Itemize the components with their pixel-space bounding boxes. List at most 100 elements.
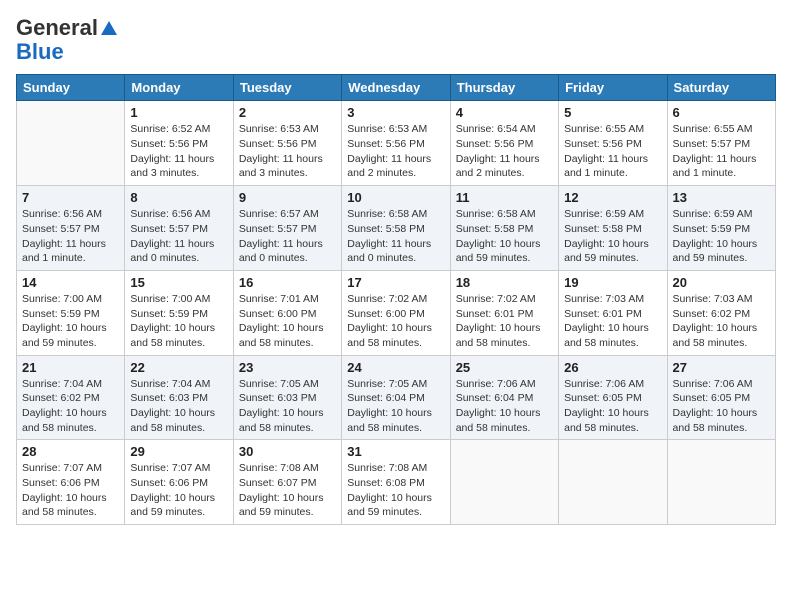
calendar-cell: 30Sunrise: 7:08 AM Sunset: 6:07 PM Dayli… <box>233 440 341 525</box>
calendar-cell: 4 Sunrise: 6:54 AM Sunset: 5:56 PM Daylig… <box>450 101 558 186</box>
calendar-cell: 23 Sunrise: 7:05 AM Sunset: 6:03 PM Dayli… <box>233 355 341 440</box>
day-info: Sunrise: 6:52 AM Sunset: 5:56 PM Dayligh… <box>130 122 227 181</box>
calendar-cell <box>450 440 558 525</box>
day-number: 12 <box>564 190 661 205</box>
calendar-cell: 12 Sunrise: 6:59 AM Sunset: 5:58 PM Dayli… <box>559 186 667 271</box>
calendar-week-row: 1 Sunrise: 6:52 AM Sunset: 5:56 PM Daylig… <box>17 101 776 186</box>
calendar-cell: 20Sunrise: 7:03 AM Sunset: 6:02 PM Dayli… <box>667 270 775 355</box>
calendar-cell: 9 Sunrise: 6:57 AM Sunset: 5:57 PM Daylig… <box>233 186 341 271</box>
calendar-cell: 28Sunrise: 7:07 AM Sunset: 6:06 PM Dayli… <box>17 440 125 525</box>
calendar-cell <box>17 101 125 186</box>
day-info: Sunrise: 7:05 AM Sunset: 6:03 PM Dayligh… <box>239 377 336 436</box>
day-number: 10 <box>347 190 444 205</box>
calendar-header-row: SundayMondayTuesdayWednesdayThursdayFrid… <box>17 75 776 101</box>
calendar-week-row: 21Sunrise: 7:04 AM Sunset: 6:02 PM Dayli… <box>17 355 776 440</box>
day-info: Sunrise: 6:53 AM Sunset: 5:56 PM Dayligh… <box>347 122 444 181</box>
day-number: 3 <box>347 105 444 120</box>
calendar-cell: 24 Sunrise: 7:05 AM Sunset: 6:04 PM Dayli… <box>342 355 450 440</box>
day-info: Sunrise: 7:08 AM Sunset: 6:08 PM Dayligh… <box>347 461 444 520</box>
calendar-cell: 5 Sunrise: 6:55 AM Sunset: 5:56 PM Daylig… <box>559 101 667 186</box>
day-info: Sunrise: 7:06 AM Sunset: 6:05 PM Dayligh… <box>564 377 661 436</box>
calendar-cell: 14Sunrise: 7:00 AM Sunset: 5:59 PM Dayli… <box>17 270 125 355</box>
calendar-cell: 3 Sunrise: 6:53 AM Sunset: 5:56 PM Daylig… <box>342 101 450 186</box>
calendar-cell <box>667 440 775 525</box>
day-number: 28 <box>22 444 119 459</box>
day-number: 5 <box>564 105 661 120</box>
day-number: 30 <box>239 444 336 459</box>
day-info: Sunrise: 6:58 AM Sunset: 5:58 PM Dayligh… <box>456 207 553 266</box>
day-number: 7 <box>22 190 119 205</box>
day-info: Sunrise: 7:04 AM Sunset: 6:02 PM Dayligh… <box>22 377 119 436</box>
calendar-cell: 11 Sunrise: 6:58 AM Sunset: 5:58 PM Dayli… <box>450 186 558 271</box>
day-info: Sunrise: 6:59 AM Sunset: 5:58 PM Dayligh… <box>564 207 661 266</box>
day-number: 23 <box>239 360 336 375</box>
calendar-cell: 8Sunrise: 6:56 AM Sunset: 5:57 PM Daylig… <box>125 186 233 271</box>
calendar-cell: 6Sunrise: 6:55 AM Sunset: 5:57 PM Daylig… <box>667 101 775 186</box>
day-info: Sunrise: 6:59 AM Sunset: 5:59 PM Dayligh… <box>673 207 770 266</box>
logo: General Blue <box>16 16 118 64</box>
day-info: Sunrise: 7:01 AM Sunset: 6:00 PM Dayligh… <box>239 292 336 351</box>
day-number: 29 <box>130 444 227 459</box>
calendar-week-row: 14Sunrise: 7:00 AM Sunset: 5:59 PM Dayli… <box>17 270 776 355</box>
calendar-day-header: Saturday <box>667 75 775 101</box>
day-number: 22 <box>130 360 227 375</box>
calendar-week-row: 28 Sunrise: 7:07 AM Sunset: 6:06 PM Dayli… <box>17 440 776 525</box>
calendar-cell <box>559 440 667 525</box>
calendar-cell: 21Sunrise: 7:04 AM Sunset: 6:02 PM Dayli… <box>17 355 125 440</box>
day-number: 9 <box>239 190 336 205</box>
day-info: Sunrise: 7:03 AM Sunset: 6:01 PM Dayligh… <box>564 292 661 351</box>
day-info: Sunrise: 7:00 AM Sunset: 5:59 PM Dayligh… <box>130 292 227 351</box>
calendar-cell: 19 Sunrise: 7:03 AM Sunset: 6:01 PM Dayli… <box>559 270 667 355</box>
calendar-cell: 27Sunrise: 7:06 AM Sunset: 6:05 PM Dayli… <box>667 355 775 440</box>
day-info: Sunrise: 6:57 AM Sunset: 5:57 PM Dayligh… <box>239 207 336 266</box>
calendar-day-header: Thursday <box>450 75 558 101</box>
day-info: Sunrise: 7:05 AM Sunset: 6:04 PM Dayligh… <box>347 377 444 436</box>
day-info: Sunrise: 6:53 AM Sunset: 5:56 PM Dayligh… <box>239 122 336 181</box>
day-number: 11 <box>456 190 553 205</box>
day-info: Sunrise: 6:58 AM Sunset: 5:58 PM Dayligh… <box>347 207 444 266</box>
day-info: Sunrise: 7:04 AM Sunset: 6:03 PM Dayligh… <box>130 377 227 436</box>
day-number: 15 <box>130 275 227 290</box>
day-number: 2 <box>239 105 336 120</box>
calendar-cell: 18 Sunrise: 7:02 AM Sunset: 6:01 PM Dayli… <box>450 270 558 355</box>
day-info: Sunrise: 7:06 AM Sunset: 6:04 PM Dayligh… <box>456 377 553 436</box>
logo-blue-text: Blue <box>16 40 64 64</box>
day-number: 31 <box>347 444 444 459</box>
calendar-cell: 17 Sunrise: 7:02 AM Sunset: 6:00 PM Dayli… <box>342 270 450 355</box>
day-number: 27 <box>673 360 770 375</box>
day-number: 17 <box>347 275 444 290</box>
day-number: 26 <box>564 360 661 375</box>
calendar-cell: 1 Sunrise: 6:52 AM Sunset: 5:56 PM Daylig… <box>125 101 233 186</box>
day-info: Sunrise: 6:56 AM Sunset: 5:57 PM Dayligh… <box>130 207 227 266</box>
logo-general-text: General <box>16 16 98 40</box>
calendar-table: SundayMondayTuesdayWednesdayThursdayFrid… <box>16 74 776 525</box>
day-info: Sunrise: 6:56 AM Sunset: 5:57 PM Dayligh… <box>22 207 119 266</box>
calendar-week-row: 7 Sunrise: 6:56 AM Sunset: 5:57 PM Daylig… <box>17 186 776 271</box>
calendar-cell: 10 Sunrise: 6:58 AM Sunset: 5:58 PM Dayli… <box>342 186 450 271</box>
day-number: 19 <box>564 275 661 290</box>
calendar-cell: 7 Sunrise: 6:56 AM Sunset: 5:57 PM Daylig… <box>17 186 125 271</box>
calendar-cell: 15 Sunrise: 7:00 AM Sunset: 5:59 PM Dayli… <box>125 270 233 355</box>
calendar-cell: 16Sunrise: 7:01 AM Sunset: 6:00 PM Dayli… <box>233 270 341 355</box>
day-number: 13 <box>673 190 770 205</box>
page-container: General Blue SundayMondayTuesdayWednesda… <box>0 0 792 533</box>
day-number: 25 <box>456 360 553 375</box>
day-info: Sunrise: 6:54 AM Sunset: 5:56 PM Dayligh… <box>456 122 553 181</box>
calendar-cell: 31 Sunrise: 7:08 AM Sunset: 6:08 PM Dayli… <box>342 440 450 525</box>
day-number: 4 <box>456 105 553 120</box>
day-number: 1 <box>130 105 227 120</box>
calendar-day-header: Wednesday <box>342 75 450 101</box>
calendar-cell: 25 Sunrise: 7:06 AM Sunset: 6:04 PM Dayli… <box>450 355 558 440</box>
day-info: Sunrise: 7:00 AM Sunset: 5:59 PM Dayligh… <box>22 292 119 351</box>
logo-icon <box>100 19 118 37</box>
day-info: Sunrise: 7:02 AM Sunset: 6:01 PM Dayligh… <box>456 292 553 351</box>
day-number: 6 <box>673 105 770 120</box>
day-number: 20 <box>673 275 770 290</box>
calendar-day-header: Friday <box>559 75 667 101</box>
calendar-cell: 22 Sunrise: 7:04 AM Sunset: 6:03 PM Dayli… <box>125 355 233 440</box>
day-number: 18 <box>456 275 553 290</box>
day-info: Sunrise: 7:07 AM Sunset: 6:06 PM Dayligh… <box>130 461 227 520</box>
day-number: 24 <box>347 360 444 375</box>
day-info: Sunrise: 6:55 AM Sunset: 5:56 PM Dayligh… <box>564 122 661 181</box>
day-info: Sunrise: 7:02 AM Sunset: 6:00 PM Dayligh… <box>347 292 444 351</box>
